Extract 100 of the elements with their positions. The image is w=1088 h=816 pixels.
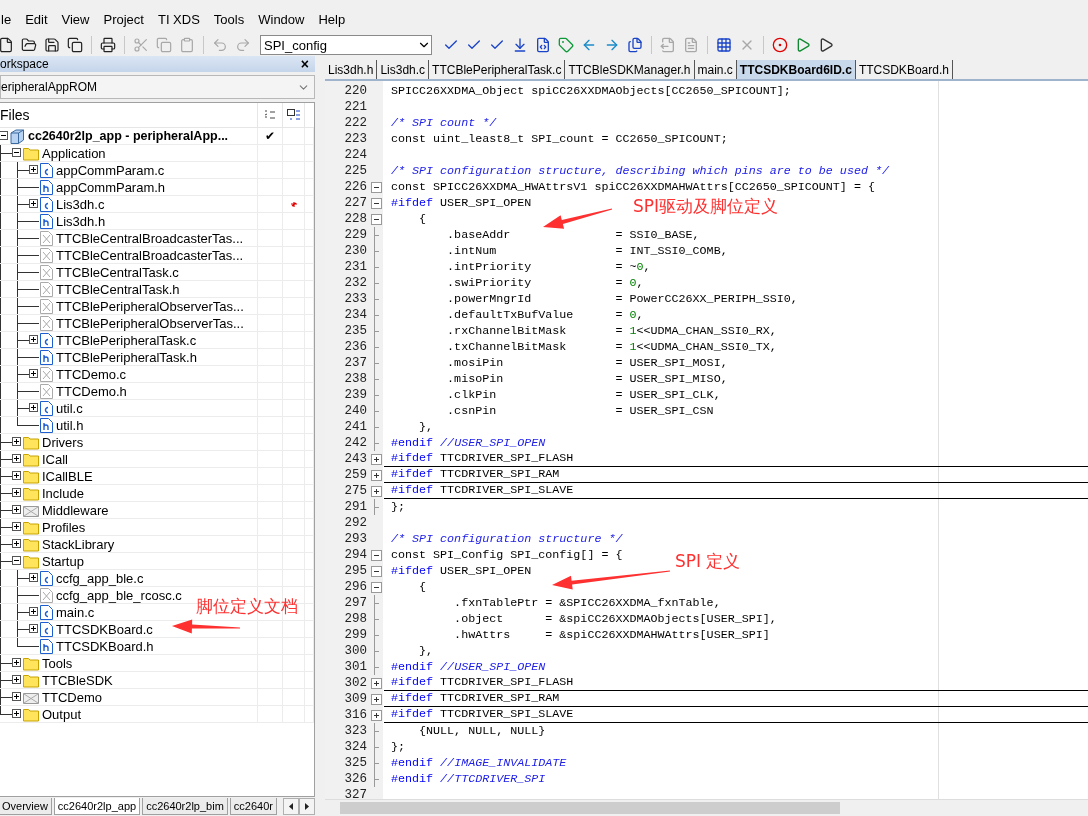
editor-tab[interactable]: TTCSDKBoard6ID.c (736, 60, 856, 79)
collapse-toggle[interactable] (12, 556, 21, 565)
expand-toggle[interactable] (12, 709, 21, 718)
scroll-thumb[interactable] (340, 802, 840, 814)
toolbar-button[interactable] (42, 35, 62, 55)
project-name[interactable]: cc2640r2lp_app - peripheralApp... (28, 129, 229, 143)
menu-item[interactable]: le (1, 11, 19, 27)
tree-item[interactable]: util.c (56, 400, 83, 416)
toolbar-button[interactable] (65, 35, 85, 55)
close-button[interactable]: × (300, 56, 309, 72)
expand-toggle[interactable] (12, 539, 21, 548)
collapse-toggle[interactable] (0, 131, 8, 140)
expand-toggle[interactable] (29, 165, 38, 174)
tree-item[interactable]: TTCBleCentralBroadcasterTas... (56, 230, 244, 246)
menu-item[interactable]: TI XDS (150, 11, 207, 27)
tree-item[interactable]: util.h (56, 417, 84, 433)
tree-item[interactable]: Lis3dh.c (56, 196, 105, 212)
tree-item[interactable]: StackLibrary (42, 536, 115, 552)
expand-toggle[interactable] (29, 624, 38, 633)
collapse-toggle[interactable] (12, 148, 21, 157)
scroll-left-button[interactable] (283, 798, 299, 815)
workspace-tab[interactable]: cc2640r2lp_bim (142, 798, 228, 815)
toolbar-button[interactable] (98, 35, 118, 55)
collapse-icon[interactable] (370, 581, 382, 593)
tree-item[interactable]: TTCBlePeripheralTask.h (56, 349, 197, 365)
tree-item[interactable]: TTCBlePeripheralObserverTas... (56, 315, 244, 331)
expand-toggle[interactable] (12, 437, 21, 446)
expand-toggle[interactable] (12, 692, 21, 701)
expand-toggle[interactable] (12, 505, 21, 514)
editor-tab[interactable]: Lis3dh.h (325, 60, 378, 79)
expand-toggle[interactable] (29, 369, 38, 378)
collapse-icon[interactable] (370, 181, 382, 193)
collapse-icon[interactable] (370, 549, 382, 561)
editor-tab[interactable]: main.c (694, 60, 737, 79)
expand-toggle[interactable] (29, 607, 38, 616)
tree-item[interactable]: Profiles (42, 519, 86, 535)
tree-item[interactable]: Lis3dh.h (56, 213, 106, 229)
configuration-combo[interactable]: eripheralAppROM (0, 75, 315, 99)
symbol-combo[interactable]: SPI_config (260, 35, 432, 55)
expand-icon[interactable] (370, 693, 382, 705)
tree-item[interactable]: TTCBleSDK (42, 672, 113, 688)
tree-item[interactable]: ICallBLE (42, 468, 93, 484)
collapse-icon[interactable] (370, 213, 382, 225)
code-line: #ifdef TTCDRIVER_SPI_SLAVE (391, 483, 574, 498)
tree-item[interactable]: Output (42, 706, 82, 722)
expand-toggle[interactable] (12, 675, 21, 684)
editor-tab[interactable]: TTCBleSDKManager.h (565, 60, 695, 79)
editor-tab[interactable]: TTCSDKBoard.h (855, 60, 953, 79)
menu-item[interactable]: Project (96, 11, 151, 27)
tree-item[interactable]: TTCBlePeripheralObserverTas... (56, 298, 244, 314)
menu-item[interactable]: Tools (206, 11, 252, 27)
tree-item[interactable]: main.c (56, 604, 95, 620)
tree-item[interactable]: TTCBleCentralTask.h (56, 281, 180, 297)
scroll-right-button[interactable] (299, 798, 315, 815)
expand-icon[interactable] (370, 485, 382, 497)
expand-icon[interactable] (370, 469, 382, 481)
tree-item[interactable]: TTCBleCentralTask.c (56, 264, 179, 280)
menu-item[interactable]: View (54, 11, 97, 27)
tree-item[interactable]: appCommParam.c (56, 162, 165, 178)
tree-item[interactable]: Startup (42, 553, 84, 569)
menu-item[interactable]: Edit (18, 11, 55, 27)
expand-toggle[interactable] (29, 199, 38, 208)
expand-toggle[interactable] (12, 454, 21, 463)
tree-item[interactable]: Include (42, 485, 84, 501)
workspace-tab[interactable]: Overview (0, 798, 52, 815)
workspace-tab[interactable]: cc2640r2lp_app (53, 798, 141, 815)
collapse-icon[interactable] (370, 565, 382, 577)
menu-item[interactable]: Help (311, 11, 353, 27)
tree-item[interactable]: appCommParam.h (56, 179, 166, 195)
expand-icon[interactable] (370, 709, 382, 721)
expand-toggle[interactable] (12, 658, 21, 667)
menu-item[interactable]: Window (251, 11, 312, 27)
expand-toggle[interactable] (29, 335, 38, 344)
horizontal-scrollbar[interactable] (325, 799, 1088, 816)
editor-tab[interactable]: TTCBlePeripheralTask.c (429, 60, 566, 79)
tree-item[interactable]: TTCSDKBoard.h (56, 638, 154, 654)
expand-toggle[interactable] (29, 573, 38, 582)
expand-icon[interactable] (370, 453, 382, 465)
tree-item[interactable]: Middleware (42, 502, 109, 518)
expand-toggle[interactable] (12, 488, 21, 497)
tree-item[interactable]: Tools (42, 655, 73, 671)
tree-item[interactable]: TTCSDKBoard.c (56, 621, 153, 637)
tree-item[interactable]: ccfg_app_ble_rcosc.c (56, 587, 182, 603)
expand-toggle[interactable] (12, 522, 21, 531)
tree-item[interactable]: TTCDemo.h (56, 383, 127, 399)
editor-tab[interactable]: Lis3dh.c (377, 60, 430, 79)
tree-item[interactable]: Application (42, 145, 106, 161)
expand-toggle[interactable] (12, 471, 21, 480)
tree-item[interactable]: TTCDemo.c (56, 366, 127, 382)
collapse-icon[interactable] (370, 197, 382, 209)
workspace-tab[interactable]: cc2640r (229, 798, 277, 815)
tree-item[interactable]: Drivers (42, 434, 84, 450)
tree-item[interactable]: TTCBleCentralBroadcasterTas... (56, 247, 244, 263)
expand-icon[interactable] (370, 677, 382, 689)
expand-toggle[interactable] (29, 403, 38, 412)
tree-item[interactable]: ICall (42, 451, 68, 467)
toolbar-button[interactable] (625, 35, 645, 55)
tree-item[interactable]: ccfg_app_ble.c (56, 570, 144, 586)
tree-item[interactable]: TTCDemo (42, 689, 102, 705)
tree-item[interactable]: TTCBlePeripheralTask.c (56, 332, 197, 348)
